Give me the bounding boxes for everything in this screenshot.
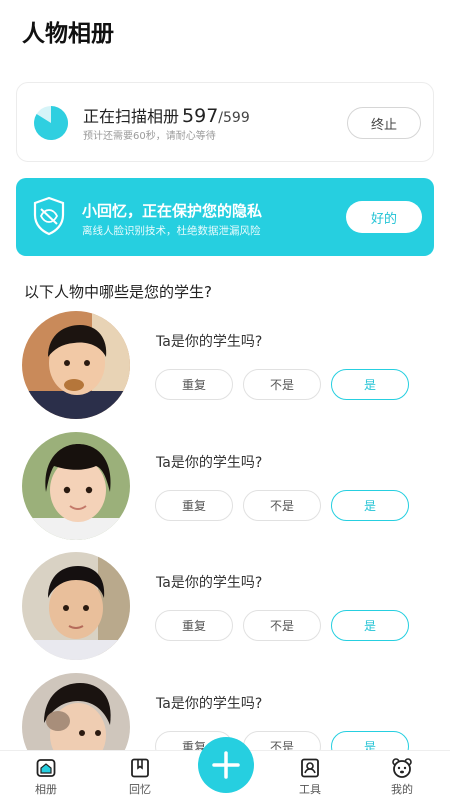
nav-item-album[interactable]: 相册 xyxy=(16,757,76,797)
is-student-button[interactable]: 是 xyxy=(331,490,409,521)
scan-label: 正在扫描相册 xyxy=(83,107,180,126)
is-student-button[interactable]: 是 xyxy=(331,610,409,641)
row-question: Ta是你的学生吗? xyxy=(156,575,263,591)
nav-label-album: 相册 xyxy=(35,783,57,796)
duplicate-button[interactable]: 重复 xyxy=(155,369,233,400)
scan-count: 597 xyxy=(182,105,219,127)
row-question: Ta是你的学生吗? xyxy=(156,696,263,712)
not-student-button[interactable]: 不是 xyxy=(243,610,321,641)
privacy-title: 小回忆，正在保护您的隐私 xyxy=(82,202,263,220)
privacy-subtitle: 离线人脸识别技术，杜绝数据泄漏风险 xyxy=(82,225,261,237)
ok-button[interactable]: 好的 xyxy=(346,201,422,233)
duplicate-button[interactable]: 重复 xyxy=(155,490,233,521)
scan-total: /599 xyxy=(218,110,250,126)
progress-circle-icon xyxy=(34,105,69,140)
person-row: Ta是你的学生吗? 重复 不是 是 xyxy=(0,432,450,542)
person-row: Ta是你的学生吗? 重复 不是 是 xyxy=(0,552,450,662)
stop-scan-button[interactable]: 终止 xyxy=(347,107,421,139)
tool-icon xyxy=(301,758,319,778)
bear-icon xyxy=(392,758,412,778)
person-avatar[interactable] xyxy=(22,552,130,660)
nav-item-mine[interactable]: 我的 xyxy=(372,757,432,797)
scan-hint: 预计还需要60秒，请耐心等待 xyxy=(83,131,216,142)
scan-title: 正在扫描相册 597 /599 xyxy=(83,103,250,127)
page-title: 人物相册 xyxy=(22,21,114,47)
plus-icon xyxy=(212,751,240,779)
row-question: Ta是你的学生吗? xyxy=(156,334,263,350)
not-student-button[interactable]: 不是 xyxy=(243,490,321,521)
is-student-button[interactable]: 是 xyxy=(331,369,409,400)
scan-progress-card: 正在扫描相册 597 /599 预计还需要60秒，请耐心等待 终止 xyxy=(16,82,434,162)
row-question: Ta是你的学生吗? xyxy=(156,455,263,471)
add-button[interactable] xyxy=(198,737,254,793)
nav-label-memories: 回忆 xyxy=(129,783,151,796)
privacy-banner: 小回忆，正在保护您的隐私 离线人脸识别技术，杜绝数据泄漏风险 好的 xyxy=(16,178,434,256)
nav-item-memories[interactable]: 回忆 xyxy=(110,757,170,797)
not-student-button[interactable]: 不是 xyxy=(243,369,321,400)
person-avatar[interactable] xyxy=(22,311,130,419)
nav-item-tools[interactable]: 工具 xyxy=(280,757,340,797)
shield-eye-off-icon xyxy=(33,196,65,236)
person-row: Ta是你的学生吗? 重复 不是 是 xyxy=(0,311,450,421)
nav-label-tools: 工具 xyxy=(299,783,321,796)
person-avatar[interactable] xyxy=(22,432,130,540)
nav-label-mine: 我的 xyxy=(391,783,413,796)
bookmark-icon xyxy=(131,758,149,778)
album-icon xyxy=(36,759,56,777)
question-heading: 以下人物中哪些是您的学生? xyxy=(24,283,212,301)
duplicate-button[interactable]: 重复 xyxy=(155,610,233,641)
